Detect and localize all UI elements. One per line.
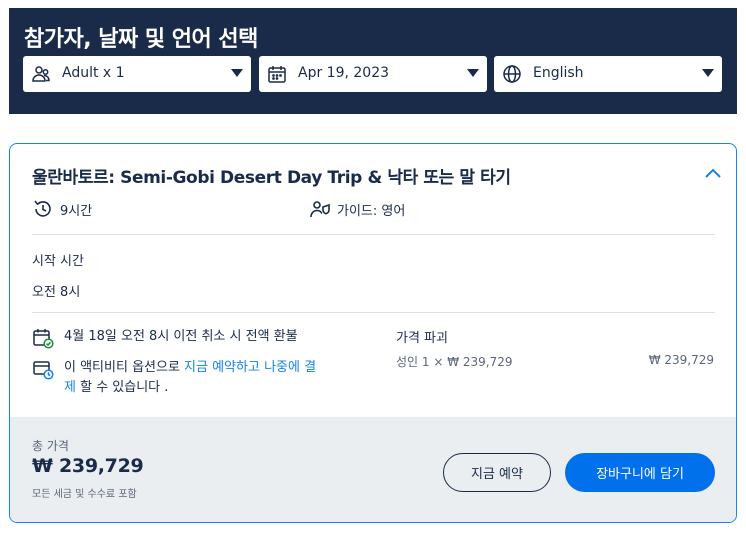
pay-later-text: 이 액티비티 옵션으로 지금 예약하고 나중에 결제 할 수 있습니다 .	[64, 358, 324, 398]
date-value: Apr 19, 2023	[298, 65, 390, 81]
start-time-value: 오전 8시	[32, 285, 81, 300]
divider	[32, 312, 715, 313]
duration-info: 9시간	[32, 198, 92, 220]
cancellation-text: 4월 18일 오전 8시 이전 취소 시 전액 환불	[64, 329, 298, 344]
book-now-button[interactable]: 지금 예약	[443, 453, 551, 492]
participants-value: Adult x 1	[62, 65, 125, 81]
chevron-down-icon	[702, 69, 714, 77]
guide-icon	[310, 201, 330, 218]
pay-later-suffix: 할 수 있습니다 .	[75, 380, 169, 395]
selection-header: 참가자, 날짜 및 언어 선택 Adult x 1 Apr 19, 2023 E…	[9, 8, 737, 114]
price-line-value: ₩ 239,729	[648, 353, 714, 367]
total-price-note: 모든 세금 및 수수료 포함	[32, 489, 137, 500]
guide-text: 가이드: 영어	[337, 203, 406, 219]
price-line-label: 성인 1 × ₩ 239,729	[396, 355, 513, 369]
chevron-down-icon	[231, 69, 243, 77]
cancellation-info: 4월 18일 오전 8시 이전 취소 시 전액 환불	[32, 327, 324, 349]
price-breakdown-title: 가격 파괴	[396, 331, 448, 346]
activity-title: 울란바토르: Semi-Gobi Desert Day Trip & 낙타 또는…	[32, 168, 511, 188]
globe-icon	[503, 65, 521, 83]
participants-dropdown[interactable]: Adult x 1	[23, 56, 251, 92]
language-value: English	[533, 65, 584, 81]
add-to-cart-button[interactable]: 장바구니에 담기	[565, 453, 715, 492]
language-dropdown[interactable]: English	[494, 56, 722, 92]
booking-footer: 총 가격 ₩ 239,729 모든 세금 및 수수료 포함 지금 예약 장바구니…	[10, 417, 736, 522]
start-time-label: 시작 시간	[32, 254, 84, 269]
wallet-clock-icon	[33, 361, 54, 380]
chevron-up-icon[interactable]	[704, 166, 722, 180]
total-price-value: ₩ 239,729	[32, 455, 144, 477]
pay-later-info: 이 액티비티 옵션으로 지금 예약하고 나중에 결제 할 수 있습니다 .	[32, 358, 324, 398]
duration-text: 9시간	[60, 203, 93, 219]
page-title: 참가자, 날짜 및 언어 선택	[24, 27, 258, 52]
total-price-label: 총 가격	[32, 439, 69, 453]
participants-icon	[32, 66, 50, 82]
clock-history-icon	[34, 200, 51, 217]
calendar-icon	[268, 66, 286, 83]
chevron-down-icon	[467, 69, 479, 77]
divider	[32, 234, 715, 235]
guide-info: 가이드: 영어	[309, 198, 405, 220]
pay-later-prefix: 이 액티비티 옵션으로	[64, 360, 185, 375]
date-picker[interactable]: Apr 19, 2023	[259, 56, 487, 92]
activity-option-card: 울란바토르: Semi-Gobi Desert Day Trip & 낙타 또는…	[9, 143, 737, 523]
calendar-check-icon	[33, 329, 54, 349]
